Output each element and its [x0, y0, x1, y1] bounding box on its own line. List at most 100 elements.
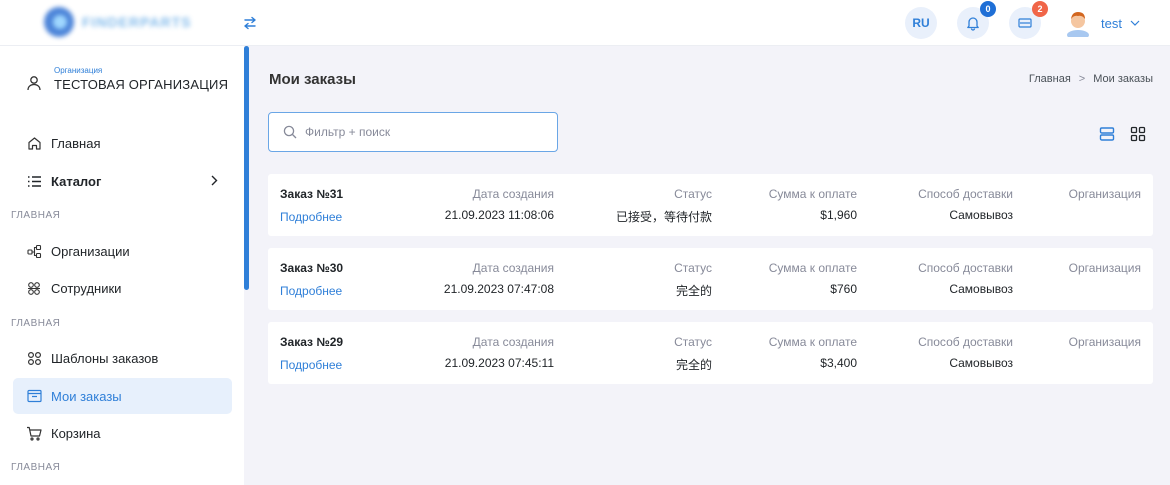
order-date-label: Дата создания	[472, 335, 554, 349]
language-label: RU	[912, 16, 930, 30]
language-button[interactable]: RU	[905, 7, 938, 39]
sidebar-item-cart[interactable]: Корзина	[13, 415, 232, 451]
breadcrumb-current: Мои заказы	[1093, 73, 1153, 85]
order-status: 完全的	[675, 358, 712, 372]
bell-icon	[967, 17, 979, 31]
order-status-column: Статус 完全的	[674, 261, 712, 299]
order-status: 已接受，等待付款	[615, 210, 712, 224]
sidebar-item-label: Каталог	[51, 173, 102, 189]
grid-view-icon[interactable]	[1130, 126, 1146, 142]
organization-block[interactable]: Организация ТЕСТОВАЯ ОРГАНИЗАЦИЯ	[26, 66, 228, 92]
order-status: 完全的	[675, 284, 712, 298]
breadcrumb: Главная > Мои заказы	[1029, 73, 1153, 85]
search-box[interactable]	[268, 112, 558, 152]
sidebar-item-label: Корзина	[51, 425, 101, 441]
list-icon	[27, 175, 41, 187]
order-sum-label: Сумма к оплате	[768, 261, 857, 275]
cart-icon	[1018, 18, 1032, 28]
sidebar-section-title: ГЛАВНАЯ	[11, 210, 61, 221]
order-title: Заказ №29	[280, 335, 344, 349]
order-org-column: Организация	[1069, 261, 1141, 275]
user-icon	[27, 76, 41, 91]
search-input[interactable]	[305, 125, 535, 139]
notifications-badge: 0	[980, 1, 997, 17]
users-icon	[28, 281, 40, 295]
order-sum: $3,400	[820, 356, 857, 370]
order-status-label: Статус	[674, 261, 712, 275]
order-sum-label: Сумма к оплате	[768, 335, 857, 349]
order-card: Заказ №30 Подробнее Дата создания 21.09.2…	[268, 248, 1153, 310]
order-card: Заказ №31 Подробнее Дата создания 21.09.2…	[268, 174, 1153, 236]
order-details-link[interactable]: Подробнее	[280, 358, 342, 372]
list-view-icon[interactable]	[1099, 126, 1115, 142]
order-date-column: Дата создания 21.09.2023 07:45:11	[445, 335, 554, 370]
order-delivery: Самовывоз	[949, 208, 1013, 222]
sidebar-section-title: ГЛАВНАЯ	[11, 318, 61, 329]
sidebar-toggle-button[interactable]	[238, 12, 262, 34]
home-icon	[27, 136, 41, 150]
organization-name: ТЕСТОВАЯ ОРГАНИЗАЦИЯ	[54, 77, 229, 92]
notifications-button[interactable]: 0	[957, 1, 997, 39]
order-date-label: Дата создания	[472, 261, 554, 275]
order-date-label: Дата создания	[472, 187, 554, 201]
header-actions: RU 0 2 test	[905, 0, 1170, 46]
logo-text: FINDERPARTS	[82, 14, 192, 30]
order-title: Заказ №31	[280, 187, 344, 201]
sidebar-item-home[interactable]: Главная	[13, 125, 232, 161]
sidebar-item-label: Организации	[51, 243, 130, 259]
user-menu[interactable]: test	[1065, 9, 1140, 37]
order-title: Заказ №30	[280, 261, 344, 275]
hierarchy-icon	[26, 244, 41, 258]
order-sum: $1,960	[820, 208, 857, 222]
order-date-column: Дата создания 21.09.2023 11:08:06	[445, 187, 554, 222]
basket-icon	[27, 426, 42, 441]
top-header: FINDERPARTS RU 0 2 test	[0, 0, 1170, 46]
order-delivery-column: Способ доставки Самовывоз	[918, 335, 1013, 370]
sidebar-item-order-templates[interactable]: Шаблоны заказов	[13, 340, 232, 376]
logo[interactable]: FINDERPARTS	[44, 7, 206, 37]
sidebar-scrollbar[interactable]	[244, 46, 249, 290]
order-details-link[interactable]: Подробнее	[280, 210, 342, 224]
sidebar-item-my-orders[interactable]: Мои заказы	[13, 378, 232, 414]
sidebar-item-label: Шаблоны заказов	[51, 350, 159, 366]
sidebar-item-organizations[interactable]: Организации	[13, 233, 232, 269]
order-sum-column: Сумма к оплате $760	[769, 261, 857, 296]
order-org-column: Организация	[1069, 187, 1141, 201]
order-status-label: Статус	[674, 187, 712, 201]
sidebar-section-title: ГЛАВНАЯ	[11, 462, 61, 473]
inbox-icon	[26, 389, 42, 403]
sidebar-item-employees[interactable]: Сотрудники	[13, 270, 232, 306]
order-status-column: Статус 完全的	[674, 335, 712, 373]
sidebar-item-label: Сотрудники	[51, 280, 122, 296]
order-delivery-label: Способ доставки	[918, 187, 1013, 201]
cart-badge: 2	[1032, 1, 1049, 17]
breadcrumb-home-link[interactable]: Главная	[1029, 73, 1071, 85]
grid-icon	[27, 351, 41, 365]
order-status-column: Статус 已接受，等待付款	[616, 187, 712, 225]
order-delivery-column: Способ доставки Самовывоз	[918, 261, 1013, 296]
order-org-column: Организация	[1069, 335, 1141, 349]
sidebar-item-label: Мои заказы	[51, 388, 122, 404]
order-date: 21.09.2023 11:08:06	[444, 208, 554, 222]
order-sum-column: Сумма к оплате $1,960	[769, 187, 857, 222]
order-status-label: Статус	[674, 335, 712, 349]
sidebar-item-catalog[interactable]: Каталог	[13, 163, 232, 199]
order-details-link[interactable]: Подробнее	[280, 284, 342, 298]
organization-caption: Организация	[54, 66, 103, 75]
sidebar: Организация ТЕСТОВАЯ ОРГАНИЗАЦИЯ Главная…	[0, 46, 244, 485]
page-title: Мои заказы	[269, 71, 356, 88]
order-date-column: Дата создания 21.09.2023 07:47:08	[444, 261, 554, 296]
order-delivery: Самовывоз	[949, 356, 1013, 370]
order-org-label: Организация	[1068, 261, 1141, 275]
order-sum-label: Сумма к оплате	[768, 187, 857, 201]
order-sum-column: Сумма к оплате $3,400	[769, 335, 857, 370]
order-delivery-label: Способ доставки	[918, 335, 1013, 349]
order-date: 21.09.2023 07:47:08	[443, 282, 554, 296]
cart-header-button[interactable]: 2	[1009, 1, 1049, 39]
order-delivery-label: Способ доставки	[918, 261, 1013, 275]
breadcrumb-separator-icon: >	[1078, 73, 1086, 85]
order-org-label: Организация	[1068, 187, 1141, 201]
logo-mark-icon	[44, 7, 74, 37]
order-date: 21.09.2023 07:45:11	[444, 356, 554, 370]
order-delivery-column: Способ доставки Самовывоз	[918, 187, 1013, 222]
